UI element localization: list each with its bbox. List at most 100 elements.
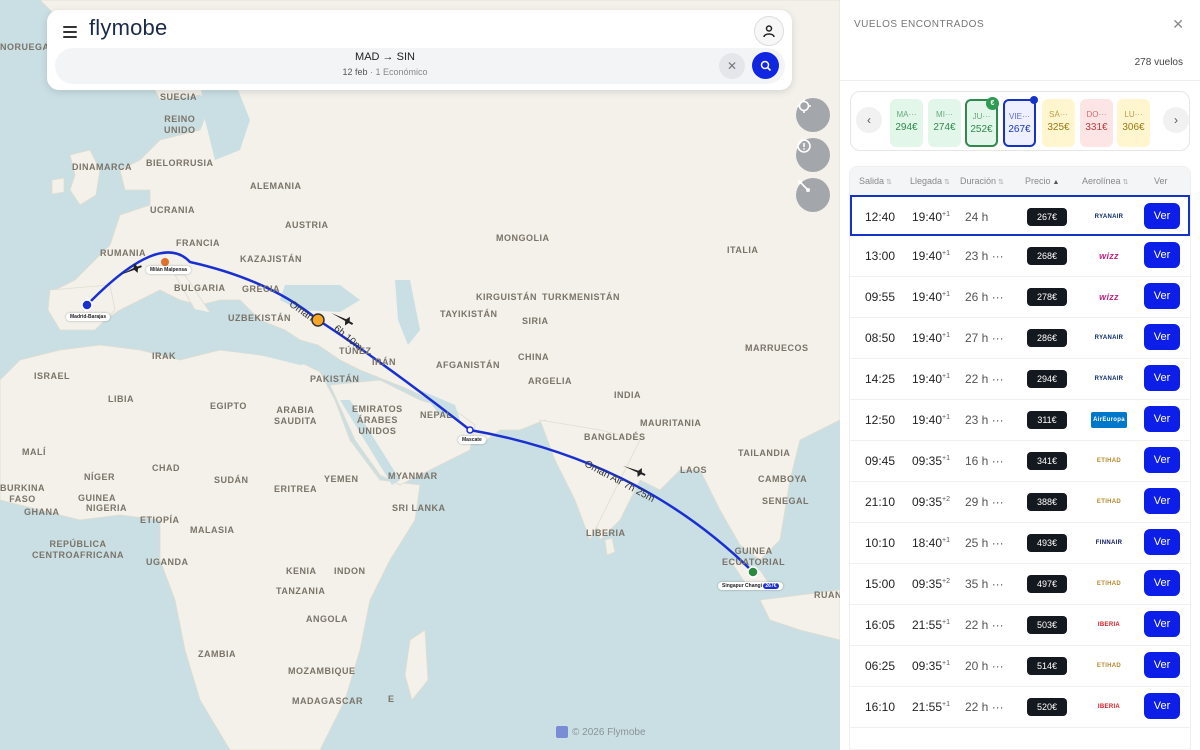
country-label: BANGLADÉS [584,432,646,442]
sort-icon: ⇅ [998,179,1004,186]
col-duracion[interactable]: Duración ⇅ [960,176,1004,186]
col-llegada-label: Llegada [910,176,943,186]
airline-logo: FINNAIR [1095,540,1123,546]
ver-button[interactable]: Ver [1144,693,1180,719]
duration: 24 h [965,210,989,224]
country-label: UZBEKISTÁN [228,313,291,323]
date-chip[interactable]: LU··· 306€ [1117,99,1150,147]
info-button[interactable] [796,138,830,172]
col-precio[interactable]: Precio ▲ [1025,176,1059,186]
ver-button[interactable]: Ver [1144,406,1180,432]
ver-button[interactable]: Ver [1144,283,1180,309]
date-chip-price: 306€ [1122,122,1145,133]
country-label: ALEMANIA [250,181,302,191]
search-field[interactable]: MAD → SIN 12 feb · 1 Económico ✕ [55,48,785,84]
table-row[interactable]: 15:00 09:35+2 35 h ··· 497€ ETIHAD Ver [850,564,1190,605]
country-label: ITALIA [727,245,759,255]
arrival-time-value: 09:35 [912,659,943,673]
country-label: ARABIA SAUDITA [274,405,317,426]
date-chip[interactable]: JU··· 252€ € [965,97,999,147]
price-badge: 503€ [1027,616,1067,634]
departure-time: 12:50 [865,413,896,427]
table-row[interactable]: 09:45 09:35+1 16 h ··· 341€ ETIHAD Ver [850,441,1190,482]
date-chip-day: MA··· [896,110,917,119]
price-badge: 341€ [1027,452,1067,470]
ver-button[interactable]: Ver [1144,203,1180,229]
table-row[interactable]: 13:00 19:40+1 23 h ··· 268€ wizz Ver [850,236,1190,277]
departure-time: 13:00 [865,249,896,263]
departure-time: 09:45 [865,454,896,468]
table-row[interactable]: 06:25 09:35+1 20 h ··· 514€ ETIHAD Ver [850,646,1190,687]
search-passengers: 1 Económico [375,67,428,77]
country-label: FRANCIA [176,238,220,248]
close-icon: ✕ [1172,16,1184,32]
date-chip-day: LU··· [1124,110,1143,119]
next-dates-button[interactable]: › [1163,107,1189,133]
search-button[interactable] [752,52,779,79]
table-row[interactable]: 10:10 18:40+1 25 h ··· 493€ FINNAIR Ver [850,523,1190,564]
locate-button[interactable] [796,98,830,132]
day-offset: +1 [942,701,951,708]
country-label: NEPAL [420,410,453,420]
ver-button[interactable]: Ver [1144,529,1180,555]
date-chip[interactable]: DO··· 331€ [1080,99,1113,147]
col-llegada[interactable]: Llegada ⇅ [910,176,950,186]
arrival-time: 09:35+1 [912,454,950,468]
arrival-time-value: 19:40 [912,331,943,345]
brand-logo[interactable]: flymobe [89,15,167,41]
col-salida[interactable]: Salida ⇅ [859,176,892,186]
table-row[interactable]: 09:55 19:40+1 26 h ··· 278€ wizz Ver [850,277,1190,318]
sort-icon: ⇅ [1122,179,1129,186]
airport-origin-marker[interactable] [81,299,93,311]
ver-button[interactable]: Ver [1144,611,1180,637]
airport-stop1-marker[interactable] [161,258,169,266]
ver-button[interactable]: Ver [1144,324,1180,350]
ver-button[interactable]: Ver [1144,488,1180,514]
table-row[interactable]: 12:50 19:40+1 23 h ··· 311€ AirEuropa Ver [850,400,1190,441]
table-row[interactable]: 12:40 19:40+1 24 h 267€ RYANAIR Ver [850,195,1190,236]
ver-button[interactable]: Ver [1144,365,1180,391]
arrival-time: 18:40+1 [912,536,950,550]
country-label: GUINEA ECUATORIAL [722,546,786,567]
user-button[interactable] [754,16,784,46]
table-row[interactable]: 16:05 21:55+1 22 h ··· 503€ IBERIA Ver [850,605,1190,646]
table-row[interactable]: 14:25 19:40+1 22 h ··· 294€ RYANAIR Ver [850,359,1190,400]
table-row[interactable]: 16:10 21:55+1 22 h ··· 520€ IBERIA Ver [850,687,1190,728]
arrival-time-value: 09:35 [912,454,943,468]
price-badge: 294€ [1027,370,1067,388]
arrival-time: 19:40+1 [912,331,950,345]
clear-search-button[interactable]: ✕ [719,53,745,79]
date-chip[interactable]: MA··· 294€ [890,99,923,147]
date-chip-day: VIE··· [1009,112,1030,121]
arrival-time-value: 21:55 [912,700,943,714]
map-view[interactable]: NORUEGA SUECIA REINO UNIDO DINAMARCA BIELORR… [0,0,840,750]
airport-dest-marker[interactable] [747,566,759,578]
country-label: SRI LANKA [392,503,446,513]
airport-stop2-marker[interactable] [466,426,474,434]
date-chip-day: SÁ··· [1049,110,1068,119]
ver-button[interactable]: Ver [1144,242,1180,268]
prev-dates-button[interactable]: ‹ [856,107,882,133]
country-label: AFGANISTÁN [436,360,500,370]
menu-icon[interactable] [63,26,77,38]
price-badge: 286€ [1027,329,1067,347]
col-aerolinea[interactable]: Aerolínea ⇅ [1082,176,1128,186]
country-label: MAURITANIA [640,418,702,428]
date-chip-price: 267€ [1008,124,1031,135]
close-panel-button[interactable]: ✕ [1172,16,1184,33]
results-count: 278 vuelos [1134,57,1183,68]
ver-button[interactable]: Ver [1144,652,1180,678]
date-chip[interactable]: MI··· 274€ [928,99,961,147]
country-label: TAILANDIA [738,448,791,458]
date-chip[interactable]: SÁ··· 325€ [1042,99,1075,147]
ver-button[interactable]: Ver [1144,570,1180,596]
arrival-time-value: 09:35 [912,577,943,591]
country-label: YEMEN [324,474,359,484]
duration: 25 h ··· [965,536,1004,550]
route-button[interactable] [796,178,830,212]
table-row[interactable]: 08:50 19:40+1 27 h ··· 286€ RYANAIR Ver [850,318,1190,359]
col-ver: Ver [1154,176,1168,186]
date-chip[interactable]: VIE··· 267€ [1003,96,1038,147]
table-row[interactable]: 21:10 09:35+2 29 h ··· 388€ ETIHAD Ver [850,482,1190,523]
ver-button[interactable]: Ver [1144,447,1180,473]
